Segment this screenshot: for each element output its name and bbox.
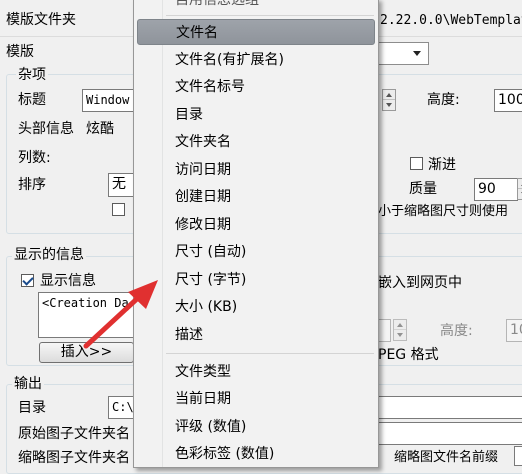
annotation-arrow-icon <box>83 280 158 349</box>
